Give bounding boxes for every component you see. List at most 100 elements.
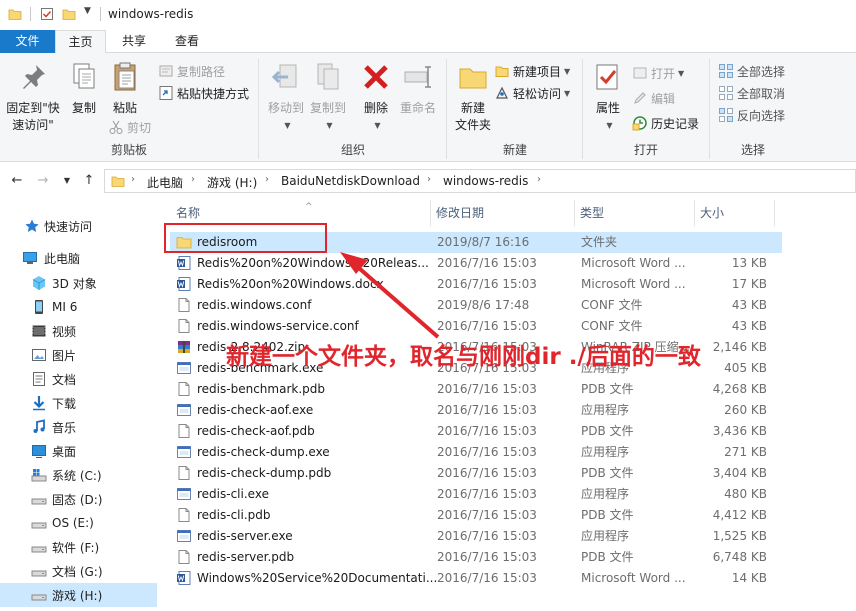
column-header-size[interactable]: 大小 [694, 200, 774, 226]
file-date: 2016/7/16 15:03 [437, 529, 537, 543]
file-icon [178, 508, 190, 522]
invert-selection-label: 反向选择 [737, 108, 786, 123]
ribbon: 固定到"快速访问" 复制 粘贴 复制路径 粘贴快捷方式 剪切 剪贴板 移动到 ▼… [0, 53, 856, 162]
easy-access-icon [496, 86, 508, 99]
properties-icon[interactable] [40, 7, 54, 21]
breadcrumb-separator-icon[interactable]: › [427, 174, 431, 185]
history-label: 历史记录 [651, 116, 700, 131]
tab-view[interactable]: 查看 [162, 30, 212, 53]
easy-access-button[interactable]: 轻松访问 ▼ [494, 82, 570, 104]
column-header-date[interactable]: 修改日期 [430, 200, 574, 226]
file-icon [178, 550, 190, 564]
copy-path-button[interactable]: 复制路径 [158, 60, 225, 82]
new-folder-icon[interactable] [62, 7, 76, 21]
breadcrumb-separator-icon[interactable]: › [537, 174, 541, 185]
delete-button[interactable]: 删除 ▼ [356, 57, 396, 134]
file-row[interactable]: Redis%20on%20Windows.docx 2016/7/16 15:03… [170, 274, 782, 295]
file-date: 2016/7/16 15:03 [437, 466, 537, 480]
copy-label: 复制 [71, 101, 96, 115]
file-row[interactable]: redis-cli.exe 2016/7/16 15:03 应用程序 480 KB [170, 484, 782, 505]
up-arrow-icon[interactable]: ↑ [80, 172, 98, 190]
move-to-button[interactable]: 移动到 ▼ [264, 57, 308, 134]
nav-item-drive-g[interactable]: 文档 (G:) [0, 559, 157, 583]
nav-item-quick-access[interactable]: 快速访问 [0, 214, 157, 238]
nav-label: 桌面 [52, 444, 77, 459]
select-none-button[interactable]: 全部取消 [718, 82, 785, 104]
file-date: 2016/7/16 15:03 [437, 403, 537, 417]
breadcrumb-separator-icon[interactable]: › [191, 174, 195, 185]
nav-item-drive-e[interactable]: OS (E:) [0, 511, 157, 535]
open-icon [633, 67, 647, 79]
invert-selection-button[interactable]: 反向选择 [718, 104, 785, 126]
nav-item-drive-c[interactable]: 系统 (C:) [0, 463, 157, 487]
paste-shortcut-button[interactable]: 粘贴快捷方式 [158, 82, 249, 104]
column-divider[interactable] [774, 200, 775, 226]
history-button[interactable]: 历史记录 [632, 112, 699, 134]
nav-item-desktop[interactable]: 桌面 [0, 439, 157, 463]
breadcrumb-windows-redis[interactable]: windows-redis [443, 174, 528, 188]
qa-customize-dropdown[interactable]: ▼ [84, 6, 98, 20]
file-name: redis-check-aof.pdb [197, 424, 315, 438]
file-row[interactable]: redis-cli.pdb 2016/7/16 15:03 PDB 文件 4,412 … [170, 505, 782, 526]
breadcrumb-baidu-download[interactable]: BaiduNetdiskDownload [281, 174, 420, 188]
nav-item-drive-f[interactable]: 软件 (F:) [0, 535, 157, 559]
easy-access-label: 轻松访问 [513, 86, 562, 101]
paste-button[interactable]: 粘贴 [106, 57, 144, 117]
breadcrumb-separator-icon[interactable]: › [131, 174, 135, 185]
select-all-button[interactable]: 全部选择 [718, 60, 785, 82]
copy-to-button[interactable]: 复制到 ▼ [306, 57, 350, 134]
copy-button[interactable]: 复制 [66, 57, 102, 117]
file-size: 480 KB [724, 487, 767, 501]
file-row[interactable]: redis-server.pdb 2016/7/16 15:03 PDB 文件 6,7… [170, 547, 782, 568]
drive-icon [31, 570, 47, 577]
rename-button[interactable]: 重命名 [396, 57, 440, 117]
back-arrow-icon[interactable]: ← [8, 172, 26, 190]
column-header-type[interactable]: 类型 [574, 200, 694, 226]
file-row[interactable]: redis.windows-service.conf 2016/7/16 15:0… [170, 316, 782, 337]
cut-button[interactable]: 剪切 [108, 116, 151, 138]
nav-item-music[interactable]: 音乐 [0, 415, 157, 439]
breadcrumb-this-pc[interactable]: 此电脑 [147, 174, 183, 191]
new-folder-button[interactable]: 新建 文件夹 [450, 57, 496, 134]
file-type: CONF 文件 [581, 298, 643, 312]
folder-icon[interactable] [8, 7, 22, 21]
tab-home[interactable]: 主页 [55, 30, 106, 54]
nav-item-pictures[interactable]: 图片 [0, 343, 157, 367]
breadcrumb-separator-icon[interactable]: › [265, 174, 269, 185]
address-path-box[interactable]: › 此电脑 › 游戏 (H:) › BaiduNetdiskDownload ›… [104, 169, 856, 193]
forward-arrow-icon[interactable]: → [34, 172, 52, 190]
recent-locations-dropdown-icon[interactable]: ▼ [58, 172, 76, 190]
nav-item-documents[interactable]: 文档 [0, 367, 157, 391]
nav-item-3d-objects[interactable]: 3D 对象 [0, 271, 157, 295]
file-icon [178, 382, 190, 396]
clipboard-group-label: 剪贴板 [110, 143, 147, 157]
nav-item-mi6[interactable]: MI 6 [0, 295, 157, 319]
file-row[interactable]: redis-check-aof.exe 2016/7/16 15:03 应用程序 26… [170, 400, 782, 421]
file-row[interactable]: redis-check-dump.exe 2016/7/16 15:03 应用程序 2… [170, 442, 782, 463]
breadcrumb-drive-h[interactable]: 游戏 (H:) [207, 174, 257, 191]
nav-item-this-pc[interactable]: 此电脑 [0, 246, 157, 270]
open-button[interactable]: 打开 ▼ [632, 62, 684, 84]
pin-quick-access-button[interactable]: 固定到"快速访问" [2, 57, 64, 134]
tab-share[interactable]: 共享 [110, 30, 158, 53]
edit-button[interactable]: 编辑 [632, 87, 675, 109]
file-row[interactable]: Redis%20on%20Windows%20Releas... 2016/7/1… [170, 253, 782, 274]
file-row[interactable]: Windows%20Service%20Documentati... 2016/7… [170, 568, 782, 589]
properties-button[interactable]: 属性 ▼ [588, 57, 628, 134]
file-row[interactable]: redis-server.exe 2016/7/16 15:03 应用程序 1,525… [170, 526, 782, 547]
file-row[interactable]: redis-check-aof.pdb 2016/7/16 15:03 PDB 文件… [170, 421, 782, 442]
tab-file[interactable]: 文件 [0, 30, 55, 53]
open-dropdown-icon: ▼ [678, 68, 685, 78]
nav-label: 视频 [52, 324, 77, 339]
new-item-button[interactable]: 新建项目 ▼ [494, 60, 570, 82]
title-bar: ▼ windows-redis [0, 0, 856, 30]
nav-item-downloads[interactable]: 下载 [0, 391, 157, 415]
nav-item-videos[interactable]: 视频 [0, 319, 157, 343]
file-row[interactable]: redis-check-dump.pdb 2016/7/16 15:03 PDB 文… [170, 463, 782, 484]
nav-item-drive-d[interactable]: 固态 (D:) [0, 487, 157, 511]
nav-item-drive-h[interactable]: 游戏 (H:) [0, 583, 157, 607]
file-row[interactable]: redis.windows.conf 2019/8/6 17:48 CONF 文件 4… [170, 295, 782, 316]
file-row[interactable]: redis-benchmark.pdb 2016/7/16 15:03 PDB 文件… [170, 379, 782, 400]
file-size: 43 KB [731, 319, 767, 333]
new-item-label: 新建项目 [513, 64, 562, 79]
